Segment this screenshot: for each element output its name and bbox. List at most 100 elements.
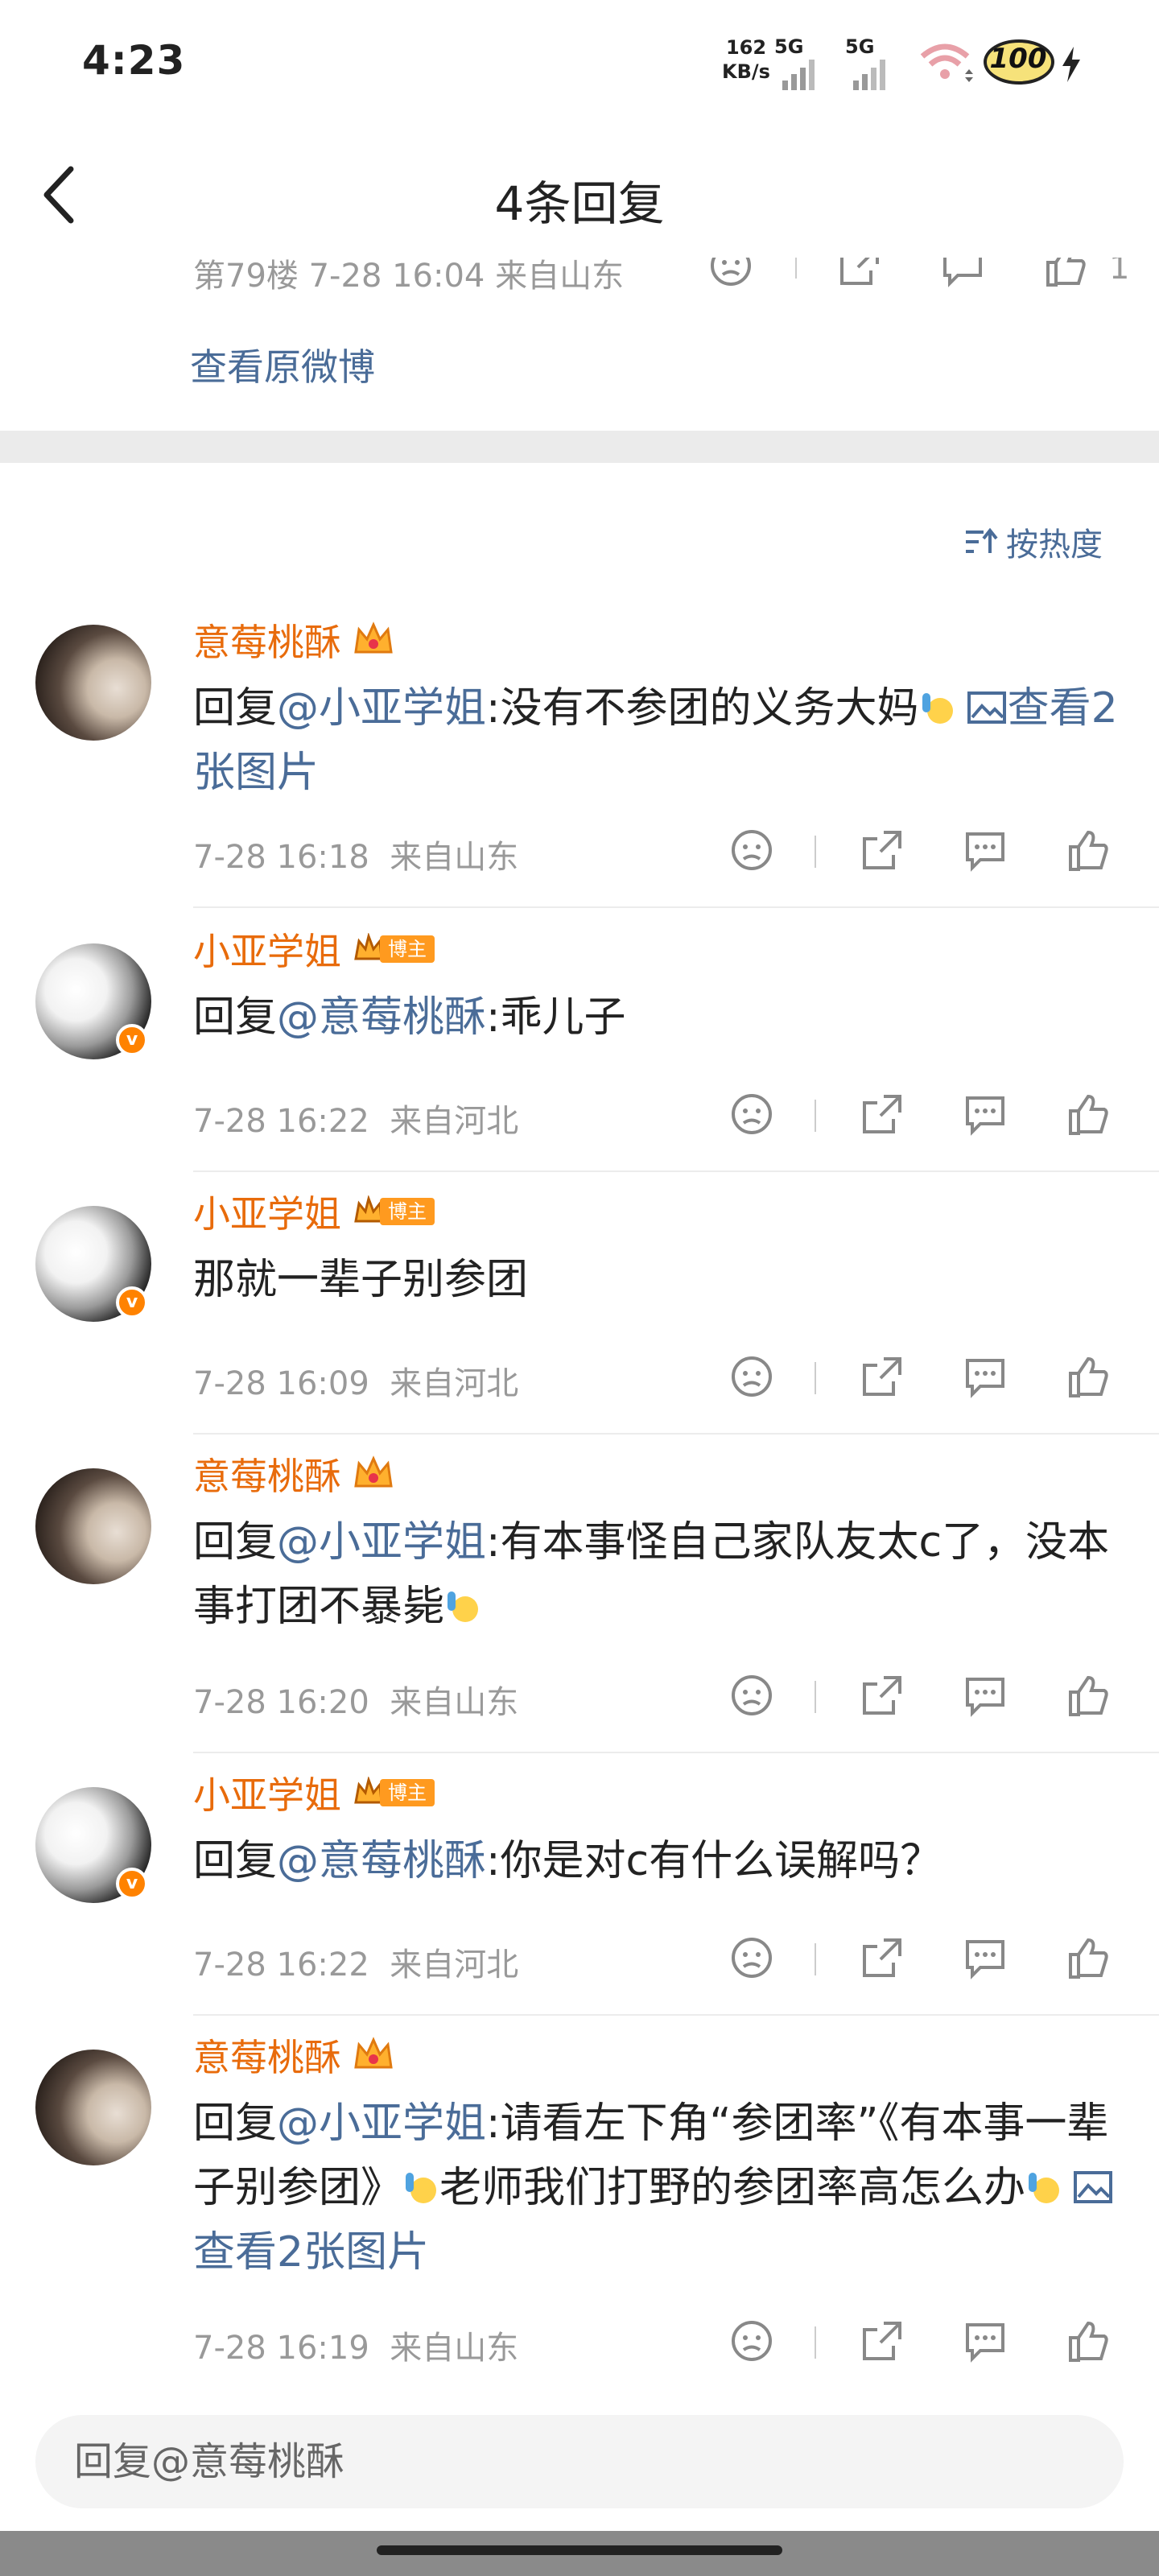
thumbs-up-icon[interactable] (1066, 1935, 1111, 1980)
mention-link[interactable]: @小亚学姐 (277, 1518, 486, 1567)
view-original-post-link[interactable]: 查看原微博 (190, 338, 375, 391)
share-icon[interactable] (860, 1935, 905, 1980)
avatar[interactable] (35, 2050, 151, 2165)
network-speed-value: 162 (725, 36, 767, 59)
thumbs-up-icon[interactable] (1066, 828, 1111, 873)
comment-location: 来自山东 (390, 839, 519, 876)
blogger-badge: 博主 (353, 933, 435, 965)
raise-hand-emoji-icon (1029, 2173, 1060, 2203)
mention-link[interactable]: @小亚学姐 (277, 684, 486, 733)
comment-time: 7-28 16:19 (193, 2330, 369, 2367)
comment-user-line: 意莓桃酥 (193, 612, 396, 668)
comment-text: 回复@小亚学姐:没有不参团的义务大妈 查看2张图片 (193, 676, 1130, 805)
comment-text: 那就一辈子别参团 (193, 1248, 1130, 1312)
comment-bubble-icon[interactable] (963, 828, 1008, 873)
username[interactable]: 小亚学姐 (193, 923, 341, 976)
comment-bubble-icon[interactable] (940, 258, 985, 288)
status-time: 4:23 (82, 37, 186, 84)
username[interactable]: 意莓桃酥 (193, 2029, 341, 2082)
comment-location: 来自河北 (390, 1946, 519, 1984)
thumbs-up-icon[interactable] (1066, 1092, 1111, 1137)
thumbs-up-icon[interactable] (1043, 258, 1088, 288)
action-separator (815, 2326, 816, 2359)
sort-by-heat-button[interactable]: 按热度 (963, 522, 1103, 564)
comment-meta: 7-28 16:19 来自山东 (193, 2322, 518, 2368)
mention-link[interactable]: @意莓桃酥 (277, 1837, 486, 1885)
frown-face-icon[interactable] (729, 828, 774, 873)
thumbs-up-icon[interactable] (1066, 1673, 1111, 1718)
comment-bubble-icon[interactable] (963, 1354, 1008, 1399)
frown-face-icon[interactable] (708, 258, 753, 288)
frown-face-icon[interactable] (729, 2318, 774, 2363)
share-icon[interactable] (860, 2318, 905, 2363)
comment-user-line: 小亚学姐 博主 (193, 1765, 435, 1821)
comment-actions (724, 2318, 1127, 2367)
comment-bubble-icon[interactable] (963, 1935, 1008, 1980)
image-icon[interactable] (1072, 2169, 1114, 2205)
image-icon[interactable] (966, 690, 1008, 725)
reply-prefix: 回复 (193, 2099, 278, 2148)
crown-icon (354, 621, 393, 654)
home-indicator[interactable] (377, 2545, 782, 2555)
share-icon[interactable] (837, 258, 882, 288)
comment-location: 来自山东 (390, 2330, 519, 2367)
share-icon[interactable] (860, 828, 905, 873)
comment-user-line: 小亚学姐 博主 (193, 921, 435, 977)
thumbs-up-icon[interactable] (1066, 2318, 1111, 2363)
section-gap (0, 431, 1159, 463)
action-separator (815, 836, 816, 868)
share-icon[interactable] (860, 1673, 905, 1718)
charging-icon (1062, 47, 1080, 82)
status-bar: 4:23 162 KB/s 5G 5G 100 (0, 0, 1159, 121)
thumbs-up-icon[interactable] (1066, 1354, 1111, 1399)
comment-user-line: 意莓桃酥 (193, 2027, 396, 2083)
username[interactable]: 小亚学姐 (193, 1766, 341, 1819)
username[interactable]: 意莓桃酥 (193, 1447, 341, 1501)
comment-text: 回复@意莓桃酥:你是对c有什么误解吗？ (193, 1829, 1130, 1893)
network-speed: 162 KB/s (718, 35, 774, 84)
comment-user-line: 意莓桃酥 (193, 1446, 396, 1502)
reply-input[interactable] (74, 2415, 1088, 2508)
avatar[interactable] (35, 625, 151, 741)
blogger-badge-label: 博主 (380, 935, 435, 963)
blogger-badge-label: 博主 (380, 1779, 435, 1806)
mention-link[interactable]: @小亚学姐 (277, 2099, 486, 2148)
comment-divider (193, 1433, 1159, 1435)
reply-prefix: 回复 (193, 993, 278, 1042)
comment-bubble-icon[interactable] (963, 1092, 1008, 1137)
comment-divider (193, 906, 1159, 908)
frown-face-icon[interactable] (729, 1673, 774, 1718)
view-images-link[interactable]: 查看2张图片 (193, 2228, 429, 2277)
username[interactable]: 小亚学姐 (193, 1185, 341, 1238)
battery-level: 100 (989, 43, 1047, 75)
original-post-footer: 第79楼 7-28 16:04 来自山东 1 查看原微博 (0, 258, 1159, 431)
comment-meta: 7-28 16:22 来自河北 (193, 1095, 518, 1141)
action-separator (815, 1681, 816, 1713)
reply-prefix: 回复 (193, 684, 278, 733)
share-icon[interactable] (860, 1354, 905, 1399)
comment-meta: 7-28 16:22 来自河北 (193, 1938, 518, 1985)
reply-prefix: 回复 (193, 1518, 278, 1567)
comment-divider (193, 1752, 1159, 1753)
comment-meta: 7-28 16:20 来自山东 (193, 1676, 518, 1723)
raise-hand-emoji-icon (922, 693, 953, 724)
avatar[interactable] (35, 1468, 151, 1584)
sort-icon (966, 527, 998, 553)
raise-hand-emoji-icon (406, 2173, 437, 2203)
comment-bubble-icon[interactable] (963, 1673, 1008, 1718)
username[interactable]: 意莓桃酥 (193, 613, 341, 667)
frown-face-icon[interactable] (729, 1354, 774, 1399)
comment-time: 7-28 16:18 (193, 839, 369, 876)
sort-label: 按热度 (1006, 526, 1103, 564)
mention-link[interactable]: @意莓桃酥 (277, 993, 486, 1042)
comment-bubble-icon[interactable] (963, 2318, 1008, 2363)
frown-face-icon[interactable] (729, 1092, 774, 1137)
share-icon[interactable] (860, 1092, 905, 1137)
comment-actions (724, 1354, 1127, 1402)
frown-face-icon[interactable] (729, 1935, 774, 1980)
action-separator (815, 1100, 816, 1132)
comment-divider (193, 1170, 1159, 1172)
comment-divider (193, 2014, 1159, 2016)
network-speed-unit: KB/s (722, 60, 770, 83)
comment-body: 那就一辈子别参团 (193, 1256, 529, 1304)
